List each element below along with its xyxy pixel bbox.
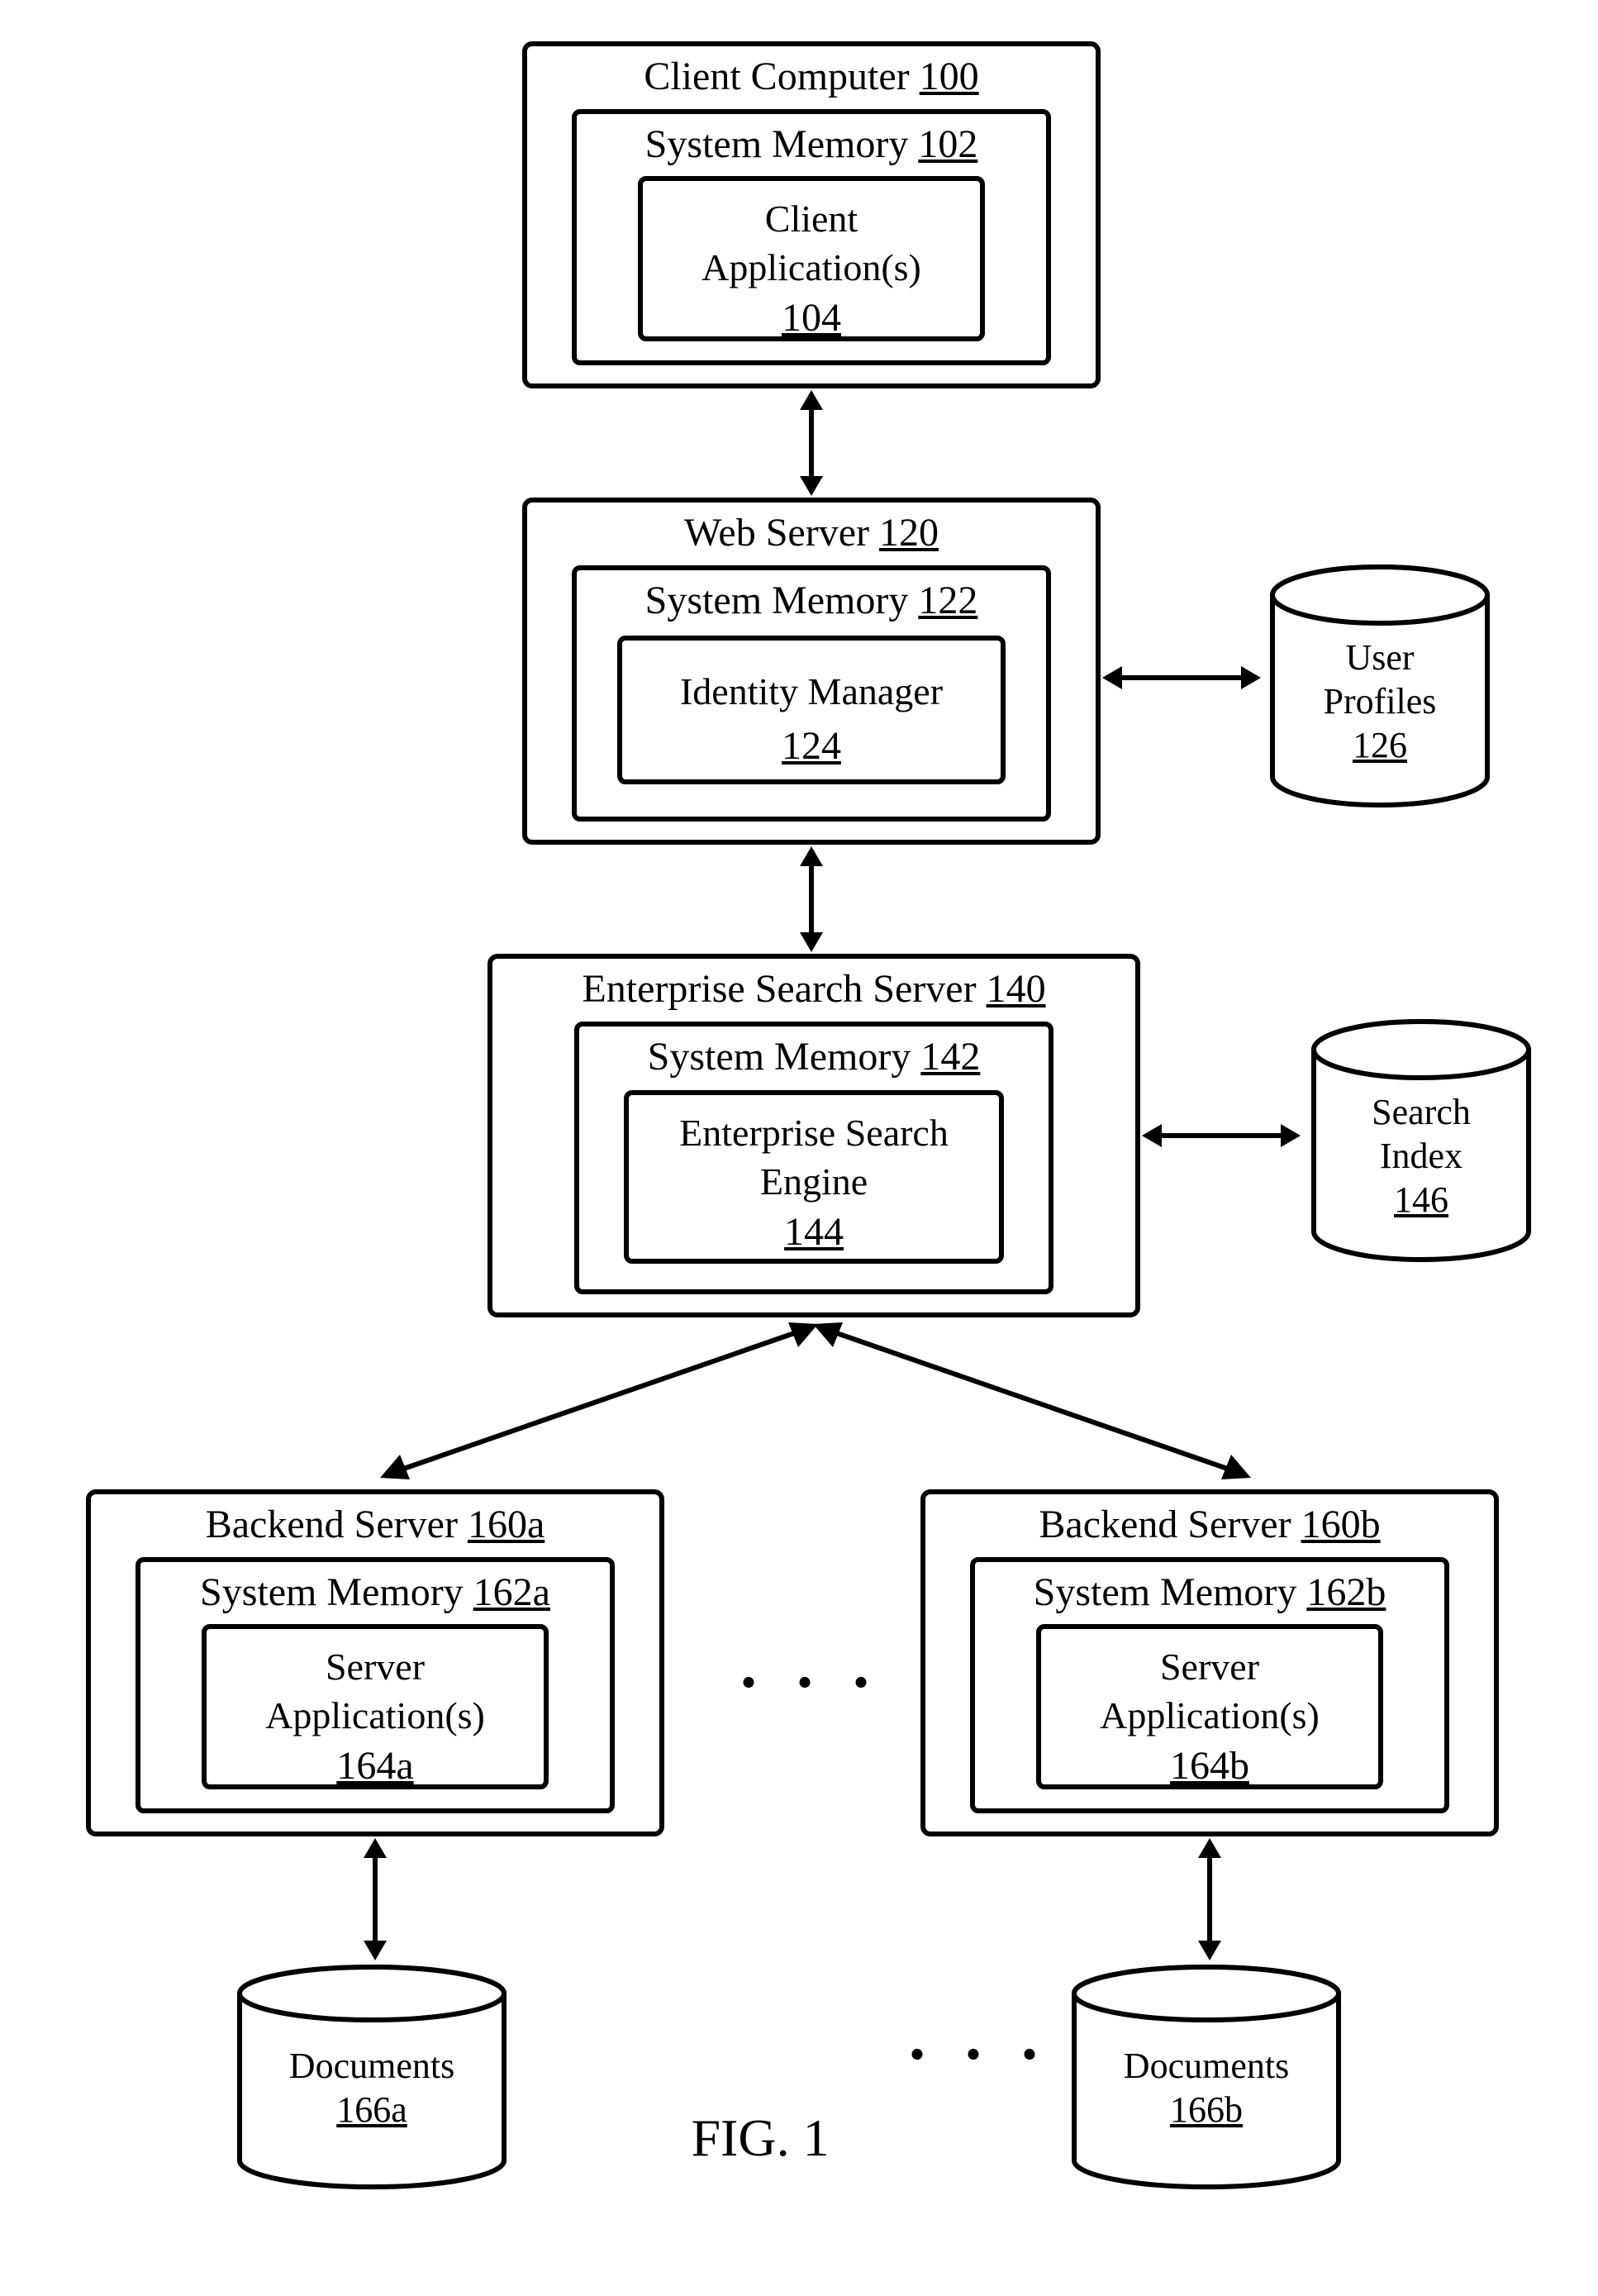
client-app-box: Client Application(s) 104 (638, 176, 985, 341)
web-mem-title-text: System Memory (645, 579, 909, 622)
figure-label: FIG. 1 (636, 2108, 884, 2169)
user-profiles-line1: User (1264, 636, 1496, 680)
backend-b-ref: 160b (1301, 1503, 1381, 1546)
web-title-text: Web Server (684, 511, 869, 555)
backend-a-box: Backend Server 160a System Memory 162a S… (86, 1489, 664, 1836)
client-ref: 100 (920, 55, 979, 98)
web-title: Web Server 120 (527, 503, 1096, 560)
backend-b-title-text: Backend Server (1039, 1503, 1291, 1546)
search-index-ref: 146 (1394, 1179, 1448, 1220)
search-ref: 140 (987, 967, 1046, 1011)
client-app-title-line1: Client (659, 189, 963, 245)
search-app-box: Enterprise Search Engine 144 (624, 1090, 1004, 1264)
search-index-db: Search Index 146 (1306, 1017, 1537, 1265)
backend-a-title-text: Backend Server (206, 1503, 458, 1546)
ellipsis: . . . (740, 1628, 881, 1703)
arrow-backend-b-db (1191, 1838, 1228, 1960)
backend-a-memory-title: System Memory 162a (140, 1562, 610, 1620)
backend-b-memory-title: System Memory 162b (975, 1562, 1444, 1620)
client-memory-title: System Memory 102 (577, 114, 1046, 172)
backend-b-app-line2: Application(s) (1058, 1693, 1362, 1741)
backend-b-mem-ref: 162b (1306, 1570, 1386, 1614)
backend-a-app-box: Server Application(s) 164a (202, 1624, 549, 1789)
search-memory-title: System Memory 142 (579, 1027, 1049, 1084)
web-ref: 120 (879, 511, 939, 555)
search-app-title-line2: Engine (645, 1159, 982, 1208)
web-memory-title: System Memory 122 (577, 570, 1046, 628)
web-server-box: Web Server 120 System Memory 122 Identit… (522, 498, 1101, 845)
search-mem-title-text: System Memory (648, 1035, 911, 1079)
web-memory-box: System Memory 122 Identity Manager 124 (572, 565, 1051, 822)
arrow-web-search (793, 846, 830, 952)
search-title: Enterprise Search Server 140 (492, 959, 1135, 1017)
backend-b-box: Backend Server 160b System Memory 162b S… (920, 1489, 1499, 1836)
diagram-canvas: Client Computer 100 System Memory 102 Cl… (17, 17, 1598, 2279)
documents-b-db: Documents 166b (1066, 1962, 1347, 2194)
backend-a-memory-box: System Memory 162a Server Application(s)… (136, 1557, 615, 1813)
client-app-ref: 104 (782, 296, 841, 340)
backend-a-mem-ref: 162a (473, 1570, 550, 1614)
client-memory-box: System Memory 102 Client Application(s) … (572, 109, 1051, 365)
documents-a-title: Documents (231, 2045, 512, 2089)
web-app-ref: 124 (782, 724, 841, 768)
arrow-web-db (1102, 660, 1261, 696)
backend-a-app-line2: Application(s) (223, 1693, 527, 1741)
client-title-text: Client Computer (644, 55, 909, 98)
arrow-search-db (1142, 1117, 1301, 1154)
backend-a-app-line1: Server (223, 1637, 527, 1693)
backend-b-mem-title-text: System Memory (1034, 1570, 1297, 1614)
backend-a-mem-title-text: System Memory (200, 1570, 464, 1614)
search-index-line1: Search (1306, 1091, 1537, 1135)
backend-a-title: Backend Server 160a (91, 1494, 659, 1552)
user-profiles-db: User Profiles 126 (1264, 562, 1496, 810)
documents-b-ref: 166b (1170, 2089, 1243, 2130)
arrow-search-backend-a (372, 1314, 818, 1488)
documents-a-ref: 166a (336, 2089, 407, 2130)
client-app-title-line2: Application(s) (659, 245, 963, 293)
backend-b-app-box: Server Application(s) 164b (1036, 1624, 1383, 1789)
search-app-title-line1: Enterprise Search (645, 1103, 982, 1159)
client-mem-title-text: System Memory (645, 122, 909, 166)
user-profiles-line2: Profiles (1264, 680, 1496, 724)
search-index-line2: Index (1306, 1135, 1537, 1179)
search-mem-ref: 142 (920, 1035, 980, 1079)
backend-b-title: Backend Server 160b (925, 1494, 1494, 1552)
backend-b-memory-box: System Memory 162b Server Application(s)… (970, 1557, 1449, 1813)
backend-a-ref: 160a (468, 1503, 545, 1546)
web-app-title: Identity Manager (639, 662, 984, 717)
arrow-backend-a-db (357, 1838, 393, 1960)
web-mem-ref: 122 (918, 579, 977, 622)
client-mem-ref: 102 (918, 122, 977, 166)
search-title-text: Enterprise Search Server (582, 967, 976, 1011)
arrow-search-backend-b (813, 1314, 1259, 1488)
backend-a-app-ref: 164a (336, 1744, 413, 1788)
documents-a-db: Documents 166a (231, 1962, 512, 2194)
client-computer-box: Client Computer 100 System Memory 102 Cl… (522, 41, 1101, 388)
search-app-ref: 144 (784, 1210, 844, 1254)
search-memory-box: System Memory 142 Enterprise Search Engi… (574, 1022, 1053, 1294)
ellipsis-bottom: . . . (909, 2000, 1049, 2075)
backend-b-app-line1: Server (1058, 1637, 1362, 1693)
arrow-client-web (793, 390, 830, 496)
client-title: Client Computer 100 (527, 46, 1096, 104)
web-app-box: Identity Manager 124 (617, 636, 1006, 784)
user-profiles-ref: 126 (1353, 725, 1407, 765)
enterprise-search-box: Enterprise Search Server 140 System Memo… (487, 954, 1140, 1317)
documents-b-title: Documents (1066, 2045, 1347, 2089)
backend-b-app-ref: 164b (1170, 1744, 1249, 1788)
